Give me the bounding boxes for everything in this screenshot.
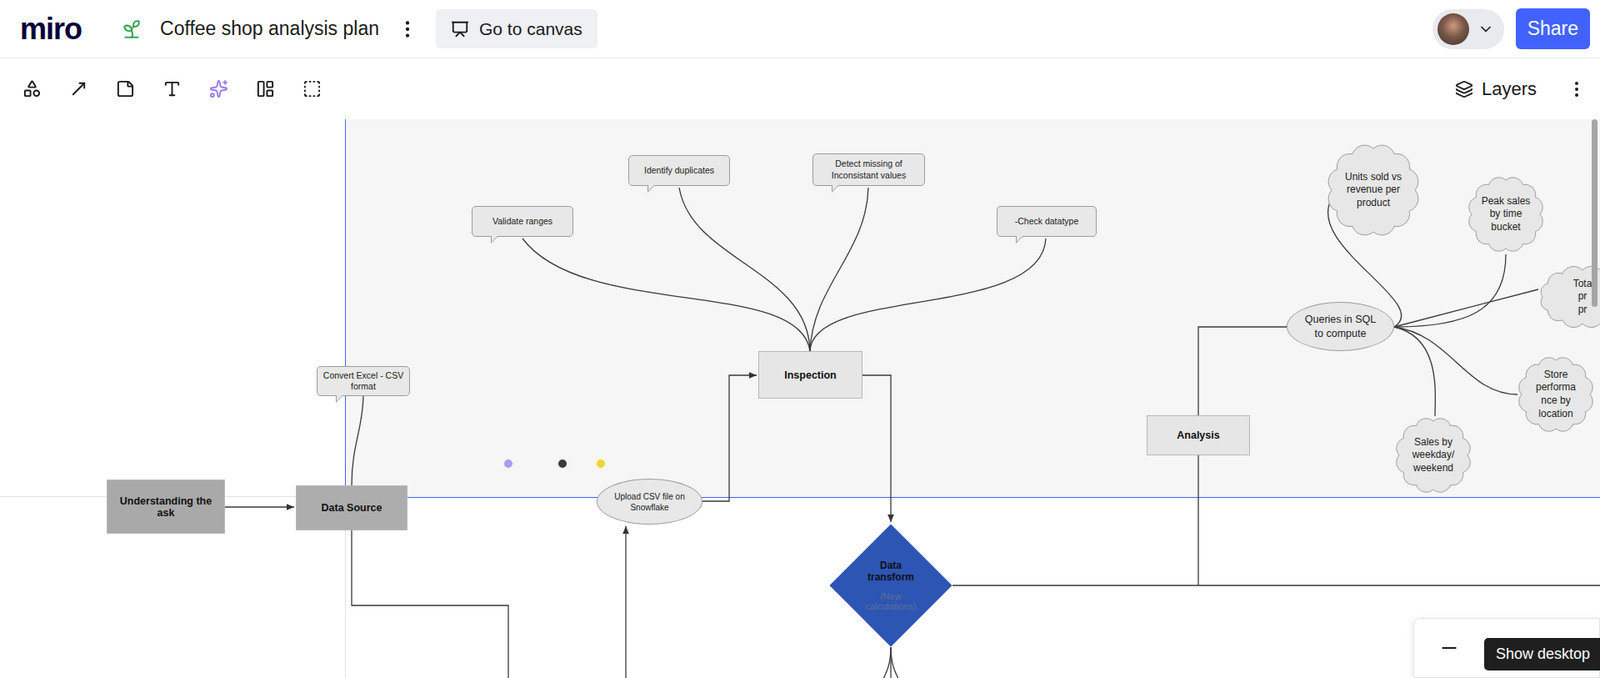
presentation-icon <box>450 20 470 39</box>
chevron-down-icon <box>1477 20 1495 38</box>
top-bar: miro Coffee shop analysis plan Go to canva… <box>0 0 1600 59</box>
cloud-text: Store <box>1544 368 1569 382</box>
cloud-text: location <box>1538 407 1573 421</box>
connector-line[interactable] <box>880 646 891 678</box>
cloud-text: Sales by <box>1414 435 1453 450</box>
toolbar: Layers <box>0 58 1600 120</box>
connector-line[interactable] <box>702 375 757 501</box>
callout-node[interactable]: Detect missing of Inconsistant values <box>812 153 925 186</box>
more-menu-icon[interactable] <box>390 12 425 46</box>
connector-line[interactable] <box>679 187 810 351</box>
connector-line[interactable] <box>890 646 891 678</box>
cloud-shape-icon <box>1535 263 1600 330</box>
connector-line[interactable] <box>351 394 364 485</box>
connector-line[interactable] <box>1394 326 1518 395</box>
cloud-text: weekend <box>1413 461 1454 475</box>
layers-button[interactable]: Layers <box>1455 78 1537 100</box>
cloud-text: Peak sales <box>1481 195 1531 209</box>
user-menu[interactable] <box>1432 9 1505 50</box>
cloud-text: weekday/ <box>1412 448 1455 462</box>
template-icon[interactable] <box>248 72 282 106</box>
sparkles-icon[interactable] <box>201 72 235 106</box>
process-node[interactable]: Data Source <box>295 485 408 530</box>
color-dot[interactable] <box>558 459 567 468</box>
cloud-text: pr <box>1578 290 1588 304</box>
connector-line[interactable] <box>522 238 810 351</box>
decision-node[interactable]: Data transform (New calculations) <box>829 523 953 647</box>
diamond-shape <box>829 523 952 646</box>
cloud-node[interactable]: Units sold vsrevenue perproduct <box>1325 141 1422 239</box>
cloud-text: Units sold vs <box>1345 170 1402 185</box>
connector-line[interactable] <box>952 584 1600 585</box>
sprout-icon[interactable] <box>115 12 149 46</box>
layers-icon <box>1455 80 1474 99</box>
cloud-text: performa <box>1535 380 1576 395</box>
connector-line[interactable] <box>810 238 1046 351</box>
callout-node[interactable]: Validate ranges <box>471 205 574 237</box>
connector-line[interactable] <box>1394 289 1539 327</box>
ellipse-node[interactable]: Upload CSV file on Snowflake <box>596 478 703 525</box>
connector-line[interactable] <box>1394 326 1435 416</box>
decision-note: (New calculations) <box>860 590 922 611</box>
ellipse-node[interactable]: Queries in SQL to compute <box>1286 301 1395 351</box>
callout-node[interactable]: -Check datatype <box>996 205 1097 237</box>
share-button[interactable]: Share <box>1515 8 1590 50</box>
connector-line[interactable] <box>862 375 891 522</box>
cloud-text: Tota <box>1573 277 1593 291</box>
frame-select-icon[interactable] <box>295 72 329 106</box>
zoom-out-icon[interactable] <box>1432 630 1466 665</box>
cloud-text: pr <box>1578 303 1588 317</box>
board-title[interactable]: Coffee shop analysis plan <box>160 17 380 40</box>
connector-line[interactable] <box>351 530 509 678</box>
cloud-node[interactable]: Storeperformance bylocation <box>1515 353 1597 435</box>
miro-board: miro Coffee shop analysis plan Go to canva… <box>0 0 1600 678</box>
cloud-text: nce by <box>1540 394 1570 408</box>
process-node[interactable]: Inspection <box>758 350 863 399</box>
canvas[interactable]: Understanding the ask Data Source Convert … <box>0 119 1600 678</box>
connector-line[interactable] <box>810 187 869 351</box>
callout-node[interactable]: Identify duplicates <box>628 155 730 186</box>
color-dot[interactable] <box>504 459 513 468</box>
connector-line[interactable] <box>890 646 902 678</box>
user-avatar <box>1437 13 1470 45</box>
toolbar-more-icon[interactable] <box>1560 72 1594 106</box>
color-dot[interactable] <box>596 459 605 468</box>
shapes-icon[interactable] <box>15 72 49 106</box>
tooltip: Show desktop <box>1484 637 1600 670</box>
process-node[interactable]: Understanding the ask <box>106 479 225 534</box>
cloud-text: revenue per <box>1346 183 1400 197</box>
miro-logo[interactable]: miro <box>20 11 82 47</box>
cloud-text: bucket <box>1490 220 1520 235</box>
text-icon[interactable] <box>155 72 189 106</box>
scrollbar[interactable] <box>1591 119 1598 307</box>
decision-title: Data transform <box>861 559 920 583</box>
connector-line[interactable] <box>625 525 626 678</box>
process-node[interactable]: Analysis <box>1146 415 1250 455</box>
cloud-node[interactable]: Totaprpr <box>1535 263 1600 330</box>
cloud-node[interactable]: Peak salesby timebucket <box>1465 173 1547 255</box>
cloud-text: product <box>1356 196 1390 210</box>
callout-node[interactable]: Convert Excel - CSV format <box>316 365 410 396</box>
connector-line[interactable] <box>1394 254 1506 327</box>
cloud-node[interactable]: Sales byweekday/weekend <box>1392 414 1475 496</box>
go-to-canvas-button[interactable]: Go to canvas <box>435 9 598 49</box>
cloud-text: by time <box>1490 207 1523 221</box>
sticky-note-icon[interactable] <box>108 72 142 106</box>
connector-line[interactable] <box>1198 326 1287 585</box>
connector-arrow-icon[interactable] <box>61 72 95 106</box>
connector-line[interactable] <box>221 505 295 507</box>
